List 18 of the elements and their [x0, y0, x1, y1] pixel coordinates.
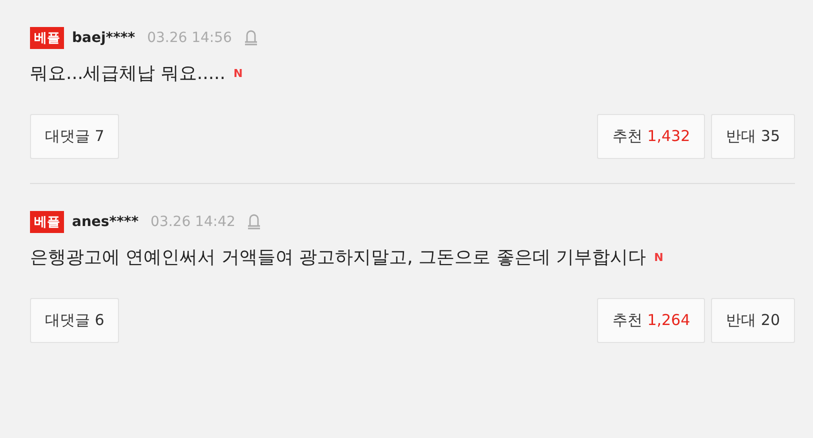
best-badge: 베플 [30, 27, 64, 49]
new-mark: N [234, 67, 243, 80]
dislike-button[interactable]: 반대 35 [711, 114, 795, 159]
comment-text: 뭐요...세급체납 뭐요..... [30, 63, 226, 84]
replies-button[interactable]: 대댓글 7 [30, 114, 120, 159]
bell-icon[interactable] [247, 214, 262, 230]
best-badge: 베플 [30, 211, 64, 233]
new-mark: N [654, 251, 664, 264]
username[interactable]: anes**** [72, 214, 139, 230]
dislike-button[interactable]: 반대 20 [711, 298, 795, 343]
comment-text: 은행광고에 연예인써서 거액들여 광고하지말고, 그돈으로 좋은데 기부합시다 [30, 247, 646, 268]
like-button[interactable]: 추천 1,432 [597, 114, 706, 159]
bell-icon[interactable] [244, 30, 258, 46]
replies-button[interactable]: 대댓글 6 [30, 298, 120, 343]
comment-time: 03.26 14:56 [147, 30, 232, 46]
like-button[interactable]: 추천 1,264 [597, 298, 706, 343]
comment-time: 03.26 14:42 [150, 214, 236, 230]
username[interactable]: baej**** [72, 30, 136, 46]
